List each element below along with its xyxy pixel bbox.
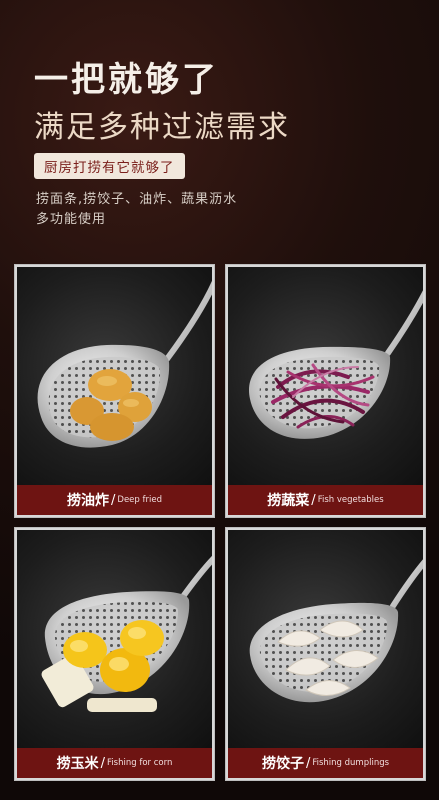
card-caption: 捞玉米 / Fishing for corn xyxy=(17,748,212,778)
caption-cn: 捞油炸 xyxy=(67,493,110,509)
usage-description: 捞面条,捞饺子、油炸、蔬果沥水 xyxy=(36,192,238,207)
caption-en: Fishing for corn xyxy=(107,758,173,768)
caption-cn: 捞玉米 xyxy=(56,756,99,772)
skimmer-icon xyxy=(37,280,212,448)
card-vegetables: 捞蔬菜 / Fish vegetables xyxy=(225,264,426,518)
feature-tag: 厨房打捞有它就够了 xyxy=(34,153,185,179)
card-dumplings: 捞饺子 / Fishing dumplings xyxy=(225,527,426,781)
caption-cn: 捞蔬菜 xyxy=(267,493,310,509)
product-photo xyxy=(17,267,212,489)
card-caption: 捞饺子 / Fishing dumplings xyxy=(228,748,423,778)
skimmer-icon xyxy=(249,559,423,703)
subheadline: 满足多种过滤需求 xyxy=(34,110,290,145)
caption-en: Fish vegetables xyxy=(317,495,384,505)
caption-separator: / xyxy=(111,492,116,508)
caption-en: Fishing dumplings xyxy=(312,758,390,768)
caption-en: Deep fried xyxy=(117,495,162,505)
card-caption: 捞蔬菜 / Fish vegetables xyxy=(228,485,423,515)
card-caption: 捞油炸 / Deep fried xyxy=(17,485,212,515)
skimmer-icon xyxy=(248,290,423,439)
card-deep-fried: 捞油炸 / Deep fried xyxy=(14,264,215,518)
product-photo xyxy=(17,530,212,752)
usage-description-2: 多功能使用 xyxy=(36,212,107,227)
product-photo xyxy=(228,267,423,489)
headline: 一把就够了 xyxy=(34,60,219,100)
caption-separator: / xyxy=(100,755,106,771)
product-photo xyxy=(228,530,423,752)
skimmer-icon xyxy=(41,555,212,712)
caption-separator: / xyxy=(311,492,316,508)
card-corn: 捞玉米 / Fishing for corn xyxy=(14,527,215,781)
caption-cn: 捞饺子 xyxy=(261,756,304,772)
caption-separator: / xyxy=(305,755,311,771)
